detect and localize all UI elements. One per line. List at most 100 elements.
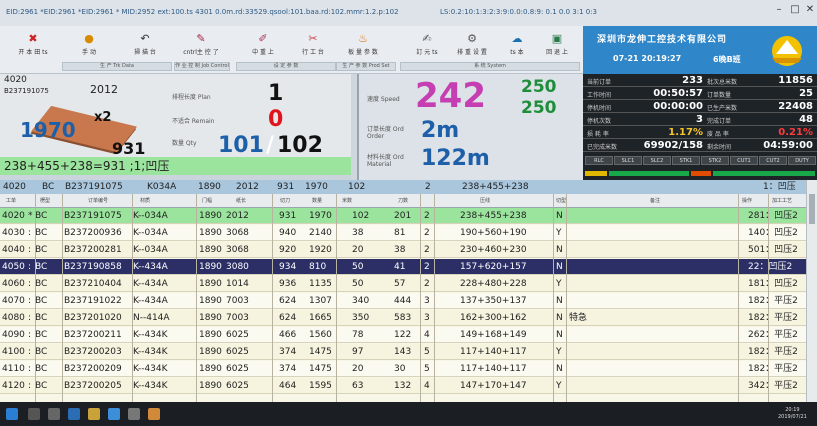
status-chip[interactable]: CUT2 <box>759 156 787 165</box>
column-header[interactable]: 订单编号 <box>88 194 108 208</box>
cell-mat: K--434A <box>133 262 168 272</box>
minimize-icon[interactable]: – <box>772 4 786 15</box>
column-header[interactable]: 切型 <box>556 194 566 208</box>
cell-mat: K--034A <box>133 211 168 221</box>
stat-row: 当前订单 233 批次总米数 11856 <box>583 74 817 87</box>
start-icon[interactable] <box>6 408 18 420</box>
cell-r: 57 <box>394 279 406 289</box>
column-header[interactable]: 备注 <box>650 194 660 208</box>
order-length-value: 2m <box>421 118 460 143</box>
cell-l: 2012 <box>226 211 249 221</box>
cell-order: B237200281 <box>64 245 122 255</box>
column-header[interactable]: 纸长 <box>236 194 246 208</box>
scrollbar-thumb[interactable] <box>809 194 815 224</box>
column-header[interactable]: 刀数 <box>398 194 408 208</box>
status-chip[interactable]: STK1 <box>672 156 700 165</box>
table-row[interactable]: 4050: BC B237190858 K--434A 1890 3080 934 810 50… <box>0 259 806 275</box>
stat-value: 0.21% <box>778 127 813 138</box>
cell-mark: : <box>28 330 32 340</box>
multiplier: x2 <box>94 110 112 125</box>
search-icon[interactable] <box>28 408 40 420</box>
stat-label: 完成订单 <box>707 118 732 125</box>
column-header[interactable]: 压线 <box>480 194 490 208</box>
cell-b: 936 <box>279 279 297 289</box>
column-header[interactable]: 材质 <box>140 194 150 208</box>
column-header[interactable]: 楞型 <box>40 194 50 208</box>
maximize-icon[interactable]: □ <box>788 4 802 15</box>
status-chip[interactable]: STK2 <box>701 156 729 165</box>
cell-y: N <box>556 211 563 221</box>
speed-value: 242 <box>415 76 486 116</box>
status-chip[interactable]: SLC1 <box>614 156 642 165</box>
column-divider <box>434 194 435 402</box>
table-row[interactable]: 4060: BC B237210404 K--434A 1890 1014 936 1135 5… <box>0 276 806 292</box>
status-chip[interactable]: DUTY <box>788 156 816 165</box>
table-row[interactable]: 4110: BC B237200209 K--434K 1890 6025 374 1475 2… <box>0 361 806 377</box>
toolbar-label: 开 本 田 ts <box>18 49 48 56</box>
table-scrollbar[interactable] <box>806 180 817 402</box>
cell-p: 281：凹压2 <box>748 211 798 221</box>
cell-order: B237200211 <box>64 330 122 340</box>
indicator-segment <box>691 171 711 176</box>
explorer-icon[interactable] <box>88 408 100 420</box>
cell-mat: K--434K <box>133 381 168 391</box>
cell-p: 182：平压2 <box>748 347 798 357</box>
column-header[interactable]: 加工工艺 <box>772 194 792 208</box>
cell-y: N <box>556 364 563 374</box>
line-icon: ✂ <box>308 32 318 45</box>
column-header[interactable]: 数量 <box>312 194 322 208</box>
column-divider <box>272 194 273 402</box>
table-row[interactable]: 4100: BC B237200203 K--434K 1890 6025 374 1475 9… <box>0 344 806 360</box>
stat-row: 已完成米数 69902/158 剩余时间 04:59:00 <box>583 139 817 152</box>
status-chip[interactable]: SLC2 <box>643 156 671 165</box>
table-row[interactable]: 4080: BC B237201020 N--414A 1890 7003 624 1665 3… <box>0 310 806 326</box>
toolbar-label: 手 动 <box>82 49 96 56</box>
taskview-icon[interactable] <box>48 408 60 420</box>
cell-f: 147+170+147 <box>460 381 527 391</box>
edge-icon[interactable] <box>68 408 80 420</box>
table-row[interactable]: 4120: BC B237200205 K--434K 1890 6025 464 1595 6… <box>0 378 806 394</box>
material-length-value: 122m <box>421 146 490 171</box>
toolbar-label: 回 退 上 <box>546 49 568 56</box>
column-header[interactable]: 门幅 <box>202 194 212 208</box>
stat-value: 1.17% <box>668 127 703 138</box>
table-header: 工单 楞型 订单编号 材质 门幅 纸长 切刀 数量 米数 刀数 压线 切型 备注… <box>0 194 806 208</box>
cut-length: 1970 <box>20 118 76 142</box>
cell-mat: K--434K <box>133 364 168 374</box>
toolbar-button-start[interactable]: ✖ 开 本 田 ts <box>6 29 60 71</box>
toolbar-label: 板 量 参 数 <box>348 49 378 56</box>
status-chip[interactable]: RLC <box>585 156 613 165</box>
cell-l: 3068 <box>226 245 249 255</box>
speed-set-a: 250 <box>521 77 557 97</box>
cell-f: 228+480+228 <box>460 279 527 289</box>
status-chip[interactable]: CUT1 <box>730 156 758 165</box>
cell-l: 3068 <box>226 228 249 238</box>
app-icon[interactable] <box>108 408 120 420</box>
stat-label: 剩余时间 <box>707 144 732 151</box>
table-row[interactable]: 4030: BC B237200936 K--034A 1890 3068 940 2140 3… <box>0 225 806 241</box>
column-header[interactable]: 切刀 <box>280 194 290 208</box>
app-icon[interactable] <box>128 408 140 420</box>
table-row[interactable]: 4040: BC B237200281 K--034A 1890 3068 920 1920 2… <box>0 242 806 258</box>
cell-y: N <box>556 296 563 306</box>
station-status: RLC SLC1 SLC2 STK1 STK2 CUT1 CUT2 DUTY <box>583 154 817 166</box>
cell-w: 1890 <box>199 211 222 221</box>
column-header[interactable]: 操作 <box>742 194 752 208</box>
material-length-label: 材料长度 Ord Material <box>367 154 404 168</box>
cell-note: 特急 <box>569 313 588 323</box>
table-row[interactable]: 4070: BC B237191022 K--434A 1890 7003 624 1307 3… <box>0 293 806 309</box>
table-row[interactable]: 4020 * BC B237191075 K--034A 1890 2012 931 1970 1… <box>0 208 806 224</box>
system-tray-clock[interactable]: 20:19 2019/07/21 <box>778 407 807 421</box>
column-header[interactable]: 米数 <box>342 194 352 208</box>
cell-order: B237190858 <box>64 262 122 272</box>
stat-label: 废 品 率 <box>707 131 729 138</box>
cell-w: 1890 <box>199 279 222 289</box>
shift-label: 6晚B班 <box>713 55 741 64</box>
app-icon[interactable] <box>148 408 160 420</box>
column-header[interactable]: 工单 <box>6 194 16 208</box>
taskbar: 20:19 2019/07/21 <box>0 402 817 426</box>
cell-order: B237191075 <box>64 211 122 221</box>
table-row[interactable]: 4090: BC B237200211 K--434K 1890 6025 466 1560 7… <box>0 327 806 343</box>
close-icon[interactable]: ✕ <box>803 4 817 15</box>
cell-n: 5 <box>424 364 430 374</box>
